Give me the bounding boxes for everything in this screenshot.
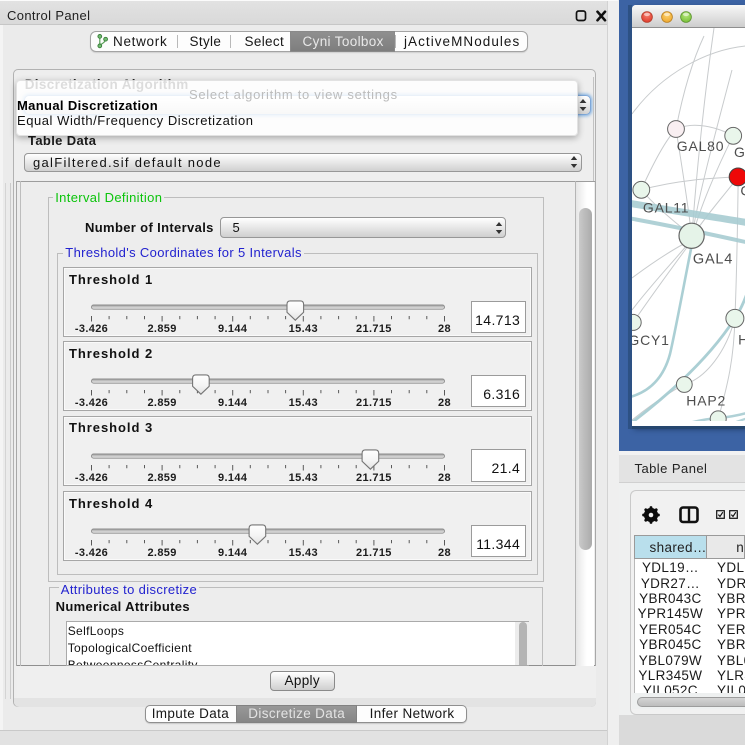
- svg-text:15.43: 15.43: [288, 547, 317, 559]
- svg-text:-3.426: -3.426: [74, 472, 107, 484]
- svg-text:-3.426: -3.426: [74, 323, 107, 335]
- svg-text:28: 28: [438, 547, 451, 559]
- svg-text:-3.426: -3.426: [74, 397, 107, 409]
- svg-text:9.144: 9.144: [218, 472, 248, 484]
- svg-text:C: C: [740, 182, 745, 198]
- svg-text:GA: GA: [734, 144, 745, 160]
- svg-text:21.715: 21.715: [356, 547, 392, 559]
- svg-text:28: 28: [438, 472, 451, 484]
- svg-text:28: 28: [438, 323, 451, 335]
- svg-text:9.144: 9.144: [218, 323, 248, 335]
- svg-text:HAP2: HAP2: [686, 392, 726, 408]
- svg-text:2.859: 2.859: [147, 472, 176, 484]
- svg-text:2.859: 2.859: [147, 397, 176, 409]
- svg-text:28: 28: [438, 397, 451, 409]
- svg-text:-3.426: -3.426: [74, 547, 107, 559]
- svg-text:15.43: 15.43: [288, 397, 317, 409]
- svg-text:GAL80: GAL80: [676, 138, 724, 154]
- svg-text:15.43: 15.43: [288, 472, 317, 484]
- svg-text:2.859: 2.859: [147, 323, 176, 335]
- svg-text:21.715: 21.715: [356, 323, 392, 335]
- svg-text:GCY1: GCY1: [628, 332, 669, 348]
- svg-text:9.144: 9.144: [218, 397, 248, 409]
- svg-text:GAL4: GAL4: [692, 251, 732, 267]
- svg-text:21.715: 21.715: [356, 472, 392, 484]
- svg-text:21.715: 21.715: [356, 397, 392, 409]
- svg-text:H: H: [738, 331, 745, 347]
- svg-text:GAL11: GAL11: [642, 199, 688, 215]
- svg-text:15.43: 15.43: [288, 323, 317, 335]
- svg-text:9.144: 9.144: [218, 547, 248, 559]
- svg-text:2.859: 2.859: [147, 547, 176, 559]
